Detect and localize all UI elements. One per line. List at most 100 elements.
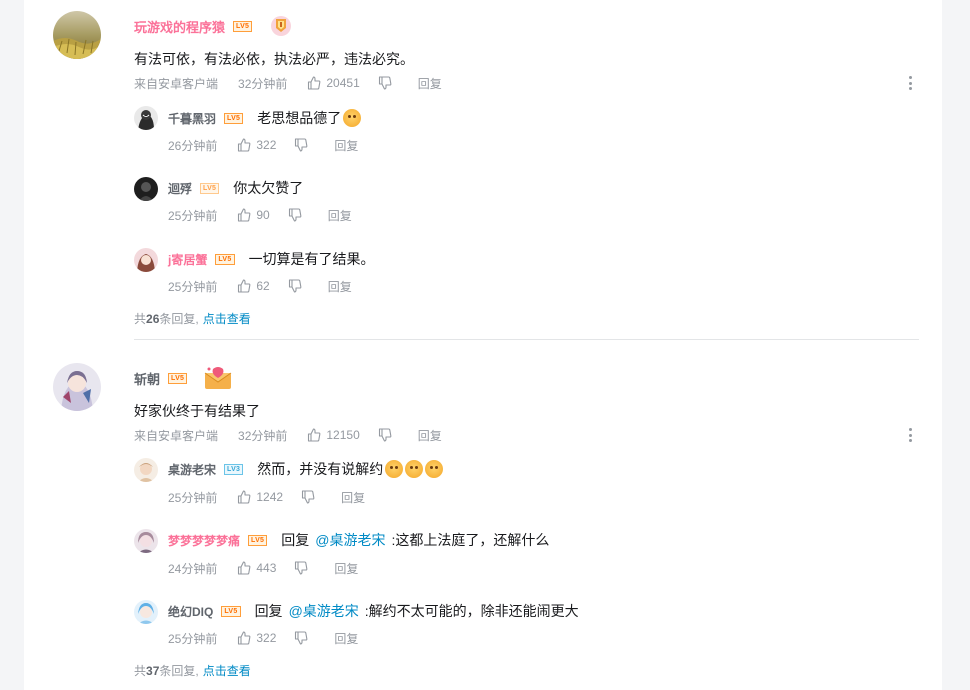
dislike-button[interactable] bbox=[288, 279, 302, 293]
thumbs-down-icon bbox=[294, 138, 308, 152]
level-badge: LV5 bbox=[248, 534, 268, 546]
level-badge: LV5 bbox=[215, 253, 235, 265]
like-button[interactable]: 1242 bbox=[237, 490, 283, 504]
more-options-icon[interactable] bbox=[908, 428, 912, 442]
reply-button[interactable]: 回复 bbox=[341, 489, 365, 506]
avatar[interactable] bbox=[134, 177, 158, 201]
view-replies-link[interactable]: 点击查看 bbox=[203, 312, 251, 326]
divider bbox=[134, 339, 919, 340]
comment-content: 有法可依，有法必依，执法必严，违法必究。 bbox=[134, 51, 414, 67]
reply-text: 然而，并没有说解约 bbox=[257, 461, 384, 477]
thumbs-up-icon bbox=[307, 428, 321, 442]
more-options-icon[interactable] bbox=[908, 76, 912, 90]
avatar[interactable] bbox=[134, 600, 158, 624]
like-count: 20451 bbox=[326, 76, 360, 90]
reply-username[interactable]: 绝幻DIQ bbox=[168, 603, 213, 620]
like-button[interactable]: 443 bbox=[237, 561, 276, 575]
avatar[interactable] bbox=[53, 11, 101, 59]
like-count: 62 bbox=[256, 279, 270, 293]
reply-text: 老思想品德了 bbox=[257, 110, 342, 126]
mention-link[interactable]: @桌游老宋 bbox=[289, 601, 359, 621]
reply-text: :这都上法庭了，还解什么 bbox=[391, 532, 550, 548]
avatar[interactable] bbox=[134, 458, 158, 482]
level-badge: LV5 bbox=[224, 112, 244, 124]
reply-username[interactable]: 迴殍 bbox=[168, 180, 192, 197]
comment-source: 来自安卓客户端 bbox=[134, 428, 219, 443]
reply-username[interactable]: j寄居蟹 bbox=[168, 251, 207, 268]
like-button[interactable]: 12150 bbox=[307, 428, 360, 442]
thumbs-up-icon bbox=[237, 279, 251, 293]
reply-time: 26分钟前 bbox=[168, 138, 218, 153]
dislike-button[interactable] bbox=[288, 208, 302, 222]
like-count: 443 bbox=[256, 561, 277, 575]
dislike-button[interactable] bbox=[294, 631, 308, 645]
mention-link[interactable]: @桌游老宋 bbox=[315, 530, 385, 550]
reply-button[interactable]: 回复 bbox=[334, 630, 358, 647]
reply-time: 25分钟前 bbox=[168, 490, 218, 505]
thumbs-down-icon bbox=[288, 279, 302, 293]
thumbs-up-icon bbox=[237, 208, 251, 222]
level-badge: LV5 bbox=[221, 605, 241, 617]
reply-username[interactable]: 千暮黑羽 bbox=[168, 110, 216, 127]
reply-button[interactable]: 回复 bbox=[328, 207, 352, 224]
dislike-button[interactable] bbox=[294, 561, 308, 575]
username[interactable]: 玩游戏的程序猿 bbox=[134, 17, 225, 36]
avatar[interactable] bbox=[53, 363, 101, 411]
laugh-emoji-icon bbox=[385, 460, 404, 478]
laugh-emoji-icon bbox=[425, 460, 444, 478]
comment-content: 好家伙终于有结果了 bbox=[134, 403, 260, 419]
like-button[interactable]: 62 bbox=[237, 279, 270, 293]
thumbs-up-icon bbox=[237, 490, 251, 504]
reply-button[interactable]: 回复 bbox=[334, 137, 358, 154]
level-badge: LV5 bbox=[168, 372, 188, 384]
dislike-button[interactable] bbox=[378, 428, 392, 442]
summary-suffix: 条回复, bbox=[159, 664, 199, 678]
reply-text: :解约不太可能的，除非还能闹更大 bbox=[364, 603, 579, 619]
reply-button[interactable]: 回复 bbox=[334, 560, 358, 577]
reply-time: 25分钟前 bbox=[168, 279, 218, 294]
dislike-button[interactable] bbox=[301, 490, 315, 504]
comment-source: 来自安卓客户端 bbox=[134, 76, 219, 91]
reply-button[interactable]: 回复 bbox=[418, 75, 442, 92]
like-button[interactable]: 20451 bbox=[307, 76, 360, 90]
reply-count: 26 bbox=[146, 312, 160, 326]
avatar[interactable] bbox=[134, 529, 158, 553]
view-replies-link[interactable]: 点击查看 bbox=[203, 664, 251, 678]
thumbs-up-icon bbox=[237, 561, 251, 575]
like-count: 12150 bbox=[326, 428, 360, 442]
thumbs-down-icon bbox=[294, 561, 308, 575]
thumbs-down-icon bbox=[378, 76, 392, 90]
level-badge: LV3 bbox=[224, 463, 244, 475]
reply-summary: 共26条回复, 点击查看 bbox=[134, 310, 251, 327]
reply-word: 回复 bbox=[254, 603, 283, 619]
dislike-button[interactable] bbox=[294, 138, 308, 152]
reply-username[interactable]: 梦梦梦梦梦痛 bbox=[168, 532, 240, 549]
like-button[interactable]: 90 bbox=[237, 208, 270, 222]
summary-prefix: 共 bbox=[134, 664, 147, 678]
reply-count: 37 bbox=[146, 664, 160, 678]
username[interactable]: 斩朝 bbox=[134, 369, 160, 388]
thumbs-down-icon bbox=[294, 631, 308, 645]
thumbs-down-icon bbox=[301, 490, 315, 504]
avatar[interactable] bbox=[134, 248, 158, 272]
reply-text: 一切算是有了结果。 bbox=[248, 251, 375, 267]
summary-suffix: 条回复, bbox=[159, 312, 199, 326]
like-count: 322 bbox=[256, 138, 277, 152]
reply-button[interactable]: 回复 bbox=[328, 278, 352, 295]
comment-panel: 玩游戏的程序猿 LV5 有法可依，有法必依，执法必严，违法必究。 来自安卓客户端… bbox=[24, 0, 942, 690]
medal-icon bbox=[270, 15, 292, 37]
dislike-button[interactable] bbox=[378, 76, 392, 90]
like-button[interactable]: 322 bbox=[237, 138, 276, 152]
reply-button[interactable]: 回复 bbox=[418, 427, 442, 444]
level-badge: LV5 bbox=[200, 182, 220, 194]
like-button[interactable]: 322 bbox=[237, 631, 276, 645]
thumbs-up-icon bbox=[307, 76, 321, 90]
avatar[interactable] bbox=[134, 106, 158, 130]
like-count: 322 bbox=[256, 631, 277, 645]
reply-username[interactable]: 桌游老宋 bbox=[168, 461, 216, 478]
reply-text: 你太欠赞了 bbox=[233, 180, 304, 196]
reply-word: 回复 bbox=[281, 532, 310, 548]
like-count: 1242 bbox=[256, 490, 284, 504]
thumbs-up-icon bbox=[237, 138, 251, 152]
thumbs-down-icon bbox=[378, 428, 392, 442]
